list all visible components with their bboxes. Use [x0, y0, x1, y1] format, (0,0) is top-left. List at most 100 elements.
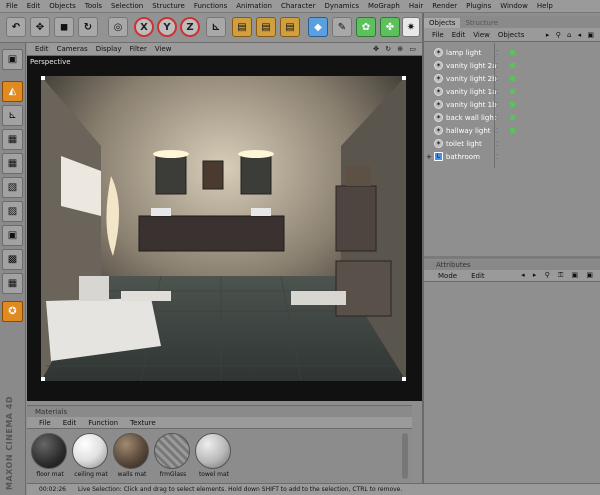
material-item[interactable]: towel mat	[195, 433, 233, 481]
material-menu-function[interactable]: Function	[88, 419, 118, 427]
menu-functions[interactable]: Functions	[194, 2, 227, 10]
snap-icon[interactable]: ▦	[2, 273, 23, 294]
axis-x-button[interactable]: X	[134, 17, 154, 37]
visibility-dots[interactable]: ⁚	[496, 75, 498, 83]
render-region[interactable]	[41, 76, 406, 381]
viewport-menu-edit[interactable]: Edit	[35, 45, 49, 53]
menu-dynamics[interactable]: Dynamics	[325, 2, 360, 10]
visibility-dots[interactable]: ⁚	[496, 140, 498, 148]
enabled-check[interactable]	[510, 63, 515, 68]
enabled-check[interactable]	[510, 128, 515, 133]
viewport-nav-icons[interactable]: ✥ ↻ ⊕ ▭	[373, 45, 418, 53]
material-item[interactable]: walls mat	[113, 433, 151, 481]
object-row[interactable]: ✶ lamp light ⁚	[424, 46, 600, 59]
material-item[interactable]: frmGlass	[154, 433, 192, 481]
coordinate-system-icon[interactable]: ⊾	[206, 17, 226, 37]
cube-object-icon[interactable]: ◆	[308, 17, 328, 37]
menu-edit[interactable]: Edit	[27, 2, 41, 10]
nurbs-object-icon[interactable]: ✿	[356, 17, 376, 37]
material-item[interactable]: floor mat	[31, 433, 69, 481]
object-row[interactable]: ✶ vanity light 2a ⁚	[424, 59, 600, 72]
tab-objects[interactable]: Objects	[424, 18, 461, 28]
light-object-icon[interactable]: ✷	[402, 17, 420, 37]
enabled-check[interactable]	[510, 115, 515, 120]
enabled-check[interactable]	[510, 89, 515, 94]
menu-file[interactable]: File	[6, 2, 18, 10]
viewport-menu-display[interactable]: Display	[96, 45, 122, 53]
tweak-mode-icon[interactable]: ▩	[2, 249, 23, 270]
object-row[interactable]: ✶ vanity light 1a ⁚	[424, 85, 600, 98]
material-scrollbar[interactable]	[402, 433, 408, 479]
menu-window[interactable]: Window	[500, 2, 528, 10]
rotate-tool-icon[interactable]: ↻	[78, 17, 98, 37]
menu-plugins[interactable]: Plugins	[466, 2, 491, 10]
menu-character[interactable]: Character	[281, 2, 316, 10]
tab-structure[interactable]: Structure	[460, 18, 503, 28]
undo-icon[interactable]: ↶	[6, 17, 26, 37]
menu-render[interactable]: Render	[432, 2, 457, 10]
render-settings-icon[interactable]: ▤	[280, 17, 300, 37]
scale-tool-icon[interactable]: ◼	[54, 17, 74, 37]
object-row[interactable]: ✶ toilet light ⁚	[424, 137, 600, 150]
menu-help[interactable]: Help	[537, 2, 553, 10]
material-menu-edit[interactable]: Edit	[63, 419, 77, 427]
object-row[interactable]: ✶ vanity light 2b ⁚	[424, 72, 600, 85]
material-menu-texture[interactable]: Texture	[130, 419, 156, 427]
enable-axis-icon[interactable]: ▣	[2, 225, 23, 246]
enabled-check[interactable]	[510, 76, 515, 81]
object-menu-edit[interactable]: Edit	[452, 31, 466, 39]
pen-spline-icon[interactable]: ✎	[332, 17, 352, 37]
object-menu-file[interactable]: File	[432, 31, 444, 39]
viewport[interactable]: Perspective	[27, 56, 422, 401]
visibility-dots[interactable]: ⁚	[496, 49, 498, 57]
use-model-icon[interactable]: ▣	[2, 49, 23, 70]
array-object-icon[interactable]: ✤	[380, 17, 400, 37]
menu-objects[interactable]: Objects	[49, 2, 75, 10]
visibility-dots[interactable]: ⁚	[496, 114, 498, 122]
viewport-menu-filter[interactable]: Filter	[130, 45, 147, 53]
menu-tools[interactable]: Tools	[85, 2, 102, 10]
use-polygons-icon[interactable]: ▨	[2, 201, 23, 222]
object-manager-icons[interactable]: ▸ ⚲ ⌂ ◂ ▣	[546, 31, 596, 39]
viewport-menu-view[interactable]: View	[155, 45, 172, 53]
panel-divider[interactable]	[424, 256, 600, 259]
menu-structure[interactable]: Structure	[152, 2, 185, 10]
attributes-nav-icons[interactable]: ◂ ▸ ⚲ ⚿ ▣ ▣	[521, 271, 596, 280]
use-object-icon[interactable]: ◭	[2, 81, 23, 102]
visibility-dots[interactable]: ⁚	[496, 62, 498, 70]
use-texture-icon[interactable]: ▦	[2, 129, 23, 150]
menu-mograph[interactable]: MoGraph	[368, 2, 400, 10]
render-view-icon[interactable]: ▤	[232, 17, 252, 37]
expand-icon[interactable]: +	[426, 153, 432, 161]
sculpt-icon[interactable]: ✪	[2, 301, 23, 322]
material-item[interactable]: ceiling mat	[72, 433, 110, 481]
object-menu-view[interactable]: View	[473, 31, 490, 39]
enabled-check[interactable]	[510, 102, 515, 107]
object-menu-objects[interactable]: Objects	[498, 31, 524, 39]
selection-handle[interactable]	[402, 76, 406, 80]
visibility-dots[interactable]: ⁚	[496, 88, 498, 96]
use-points-icon[interactable]: ▦	[2, 153, 23, 174]
visibility-dots[interactable]: ⁚	[496, 127, 498, 135]
use-object-axis-icon[interactable]: ⊾	[2, 105, 23, 126]
object-row[interactable]: + L bathroom ⁚	[424, 150, 600, 163]
material-menu-file[interactable]: File	[39, 419, 51, 427]
attributes-menu-mode[interactable]: Mode	[438, 272, 457, 280]
axis-z-button[interactable]: Z	[180, 17, 200, 37]
selection-handle[interactable]	[41, 76, 45, 80]
visibility-dots[interactable]: ⁚	[496, 153, 498, 161]
live-selection-icon[interactable]: ◎	[108, 17, 128, 37]
use-edges-icon[interactable]: ▧	[2, 177, 23, 198]
selection-handle[interactable]	[402, 377, 406, 381]
axis-y-button[interactable]: Y	[157, 17, 177, 37]
object-row[interactable]: ✶ vanity light 1b ⁚	[424, 98, 600, 111]
object-row[interactable]: ✶ back wall light ⁚	[424, 111, 600, 124]
menu-hair[interactable]: Hair	[409, 2, 423, 10]
selection-handle[interactable]	[41, 377, 45, 381]
attributes-menu-edit[interactable]: Edit	[471, 272, 485, 280]
menu-selection[interactable]: Selection	[111, 2, 143, 10]
object-row[interactable]: ✶ hallway light ⁚	[424, 124, 600, 137]
column-divider[interactable]	[494, 43, 495, 168]
move-tool-icon[interactable]: ✥	[30, 17, 50, 37]
enabled-check[interactable]	[510, 50, 515, 55]
